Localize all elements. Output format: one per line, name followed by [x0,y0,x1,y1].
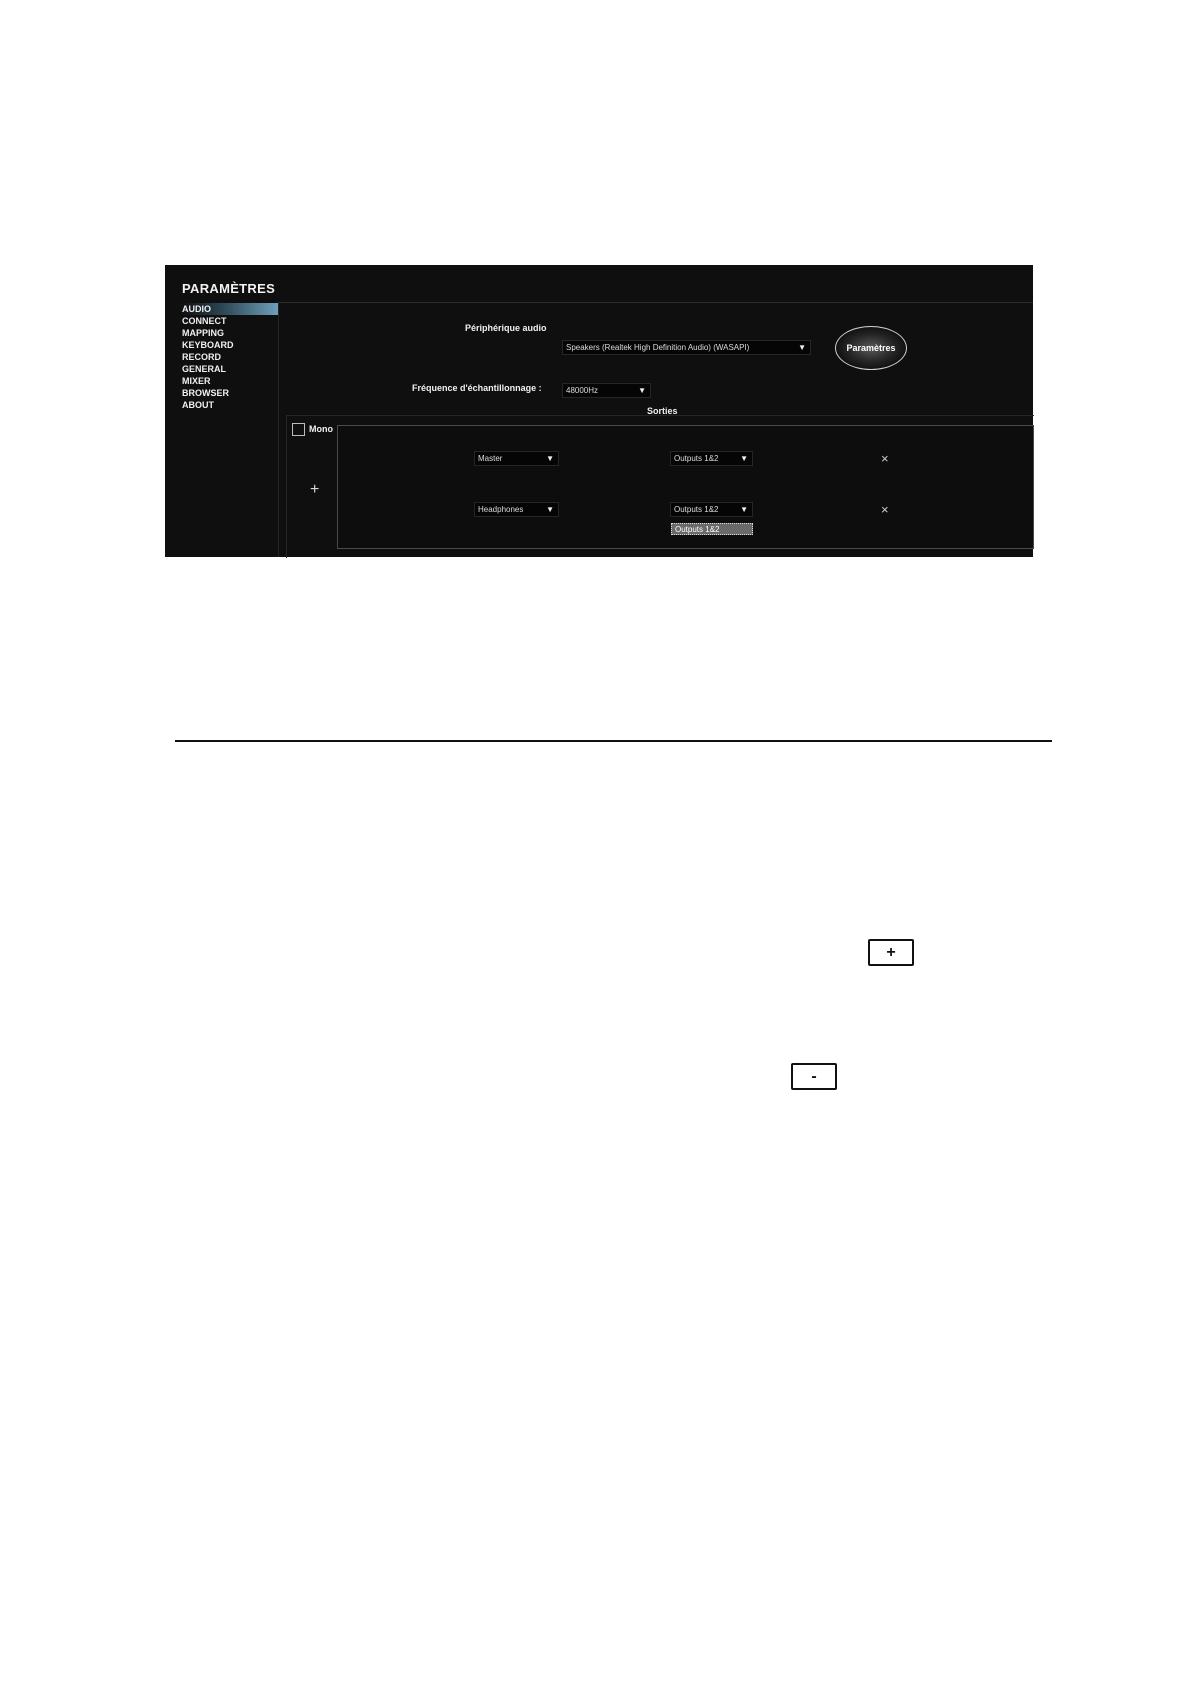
dropdown-arrow-icon: ▼ [740,454,748,463]
sidebar-item-mixer[interactable]: MIXER [182,375,277,387]
audio-device-value: Speakers (Realtek High Definition Audio)… [566,343,750,352]
settings-button[interactable]: Paramètres [835,326,907,370]
sidebar-item-keyboard[interactable]: KEYBOARD [182,339,277,351]
title-divider [278,302,1033,303]
sidebar-item-connect[interactable]: CONNECT [182,315,277,327]
dropdown-arrow-icon: ▼ [546,454,554,463]
mono-label: Mono [309,424,333,434]
sidebar-item-general[interactable]: GENERAL [182,363,277,375]
channel-value: Master [478,454,503,463]
add-output-icon[interactable]: + [310,481,319,499]
sample-rate-select[interactable]: 48000Hz ▼ [562,383,651,398]
channel-select-headphones[interactable]: Headphones ▼ [474,502,559,517]
output-value: Outputs 1&2 [674,505,719,514]
output-select-master[interactable]: Outputs 1&2 ▼ [670,451,753,466]
dropdown-arrow-icon: ▼ [546,505,554,514]
output-value: Outputs 1&2 [674,454,719,463]
channel-value: Headphones [478,505,524,514]
audio-device-label: Périphérique audio [465,323,547,333]
audio-device-select[interactable]: Speakers (Realtek High Definition Audio)… [562,340,811,355]
sample-rate-label: Fréquence d'échantillonnage : [412,383,542,393]
sidebar-item-browser[interactable]: BROWSER [182,387,277,399]
output-select-headphones[interactable]: Outputs 1&2 ▼ [670,502,753,517]
minus-key-icon: - [791,1063,837,1090]
sidebar-item-audio[interactable]: AUDIO [182,303,279,315]
sidebar-item-mapping[interactable]: MAPPING [182,327,277,339]
plus-key-icon: + [868,939,914,966]
sidebar-divider [278,303,279,557]
channel-select-master[interactable]: Master ▼ [474,451,559,466]
window-title: PARAMÈTRES [182,281,276,296]
sidebar-item-record[interactable]: RECORD [182,351,277,363]
horizontal-divider [175,740,1052,742]
remove-master-icon[interactable]: × [881,451,889,466]
remove-headphones-icon[interactable]: × [881,502,889,517]
sample-rate-value: 48000Hz [566,386,599,395]
dropdown-arrow-icon: ▼ [638,386,646,395]
dropdown-option-outputs[interactable]: Outputs 1&2 [671,523,753,535]
sidebar-item-about[interactable]: ABOUT [182,399,277,411]
dropdown-arrow-icon: ▼ [798,343,806,352]
mono-checkbox[interactable] [292,423,305,436]
dropdown-arrow-icon: ▼ [740,505,748,514]
settings-window: PARAMÈTRES AUDIO CONNECT MAPPING KEYBOAR… [165,265,1034,558]
